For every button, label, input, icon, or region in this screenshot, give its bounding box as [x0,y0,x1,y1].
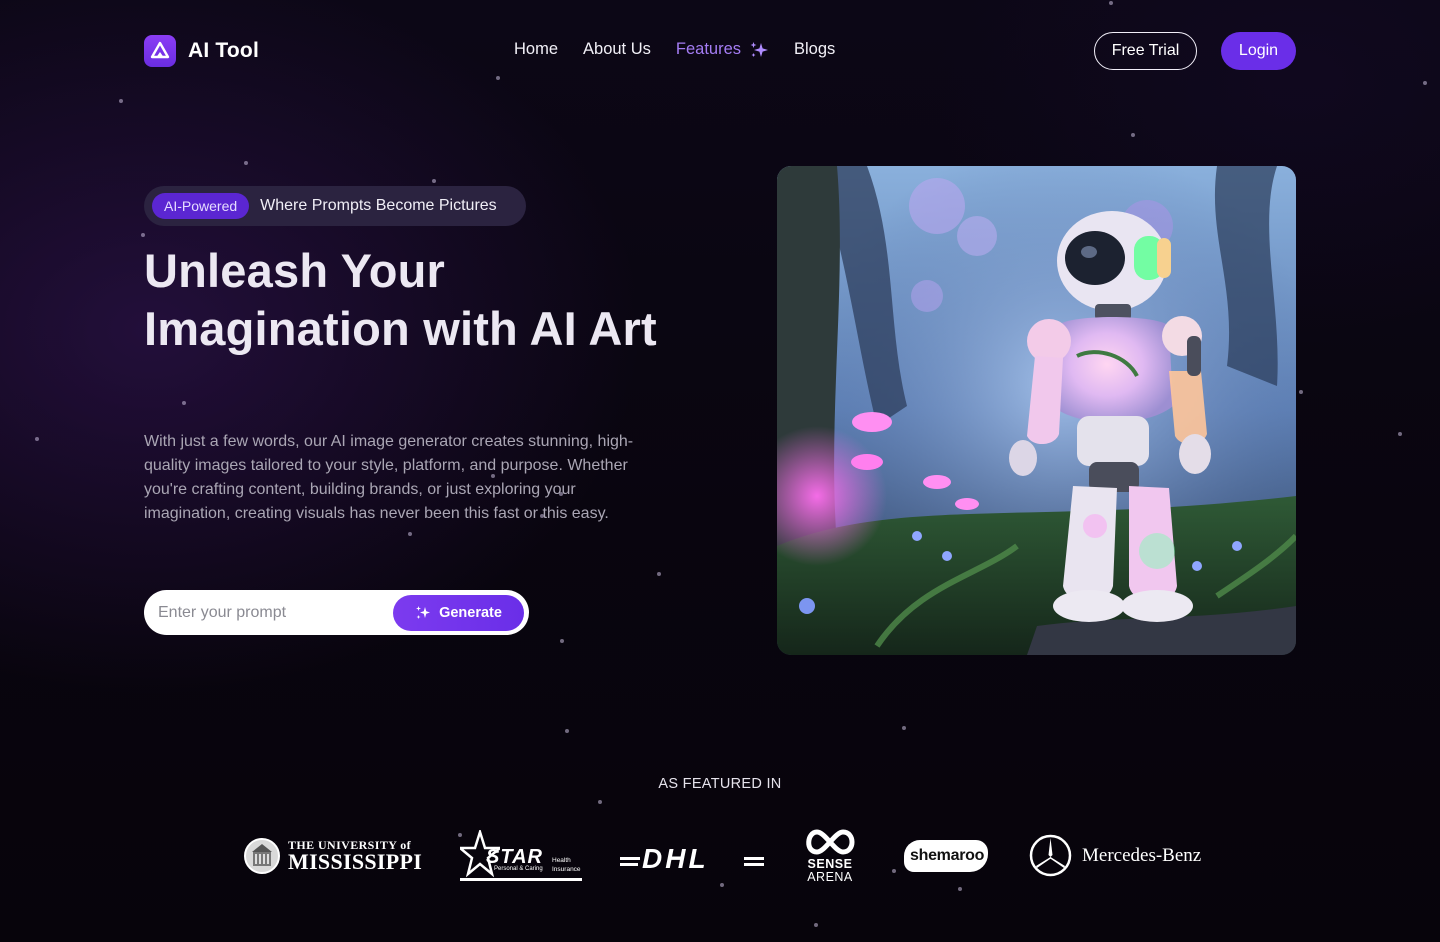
hero-tagline: Where Prompts Become Pictures [260,197,497,214]
logo-mercedes-benz: Mercedes-Benz [1029,834,1201,877]
main-nav: Home About Us Features Blogs [514,40,835,59]
generate-button[interactable]: Generate [393,594,524,631]
hero-description: With just a few words, our AI image gene… [144,433,634,522]
brand-triangle-icon [144,35,176,67]
ole-miss-line2: MISSISSIPPI [288,849,423,874]
sparkle-icon [416,605,431,619]
prompt-form: Generate [144,590,529,635]
hero-image [777,166,1296,655]
hero-tagline-pill: AI-Powered Where Prompts Become Pictures [144,186,526,226]
shemaroo-word: shemaroo [910,847,985,864]
logo-star-health: STAR Personal & Caring Health Insurance [460,830,582,884]
free-trial-button[interactable]: Free Trial [1094,32,1197,70]
nav-about-us[interactable]: About Us [583,40,651,59]
dhl-word: DHL [642,843,709,874]
star-side1: Health [552,857,571,864]
login-button[interactable]: Login [1221,32,1296,70]
nav-home[interactable]: Home [514,40,558,59]
nav-features-label: Features [675,40,742,58]
brand-name: AI Tool [188,39,259,62]
featured-label: AS FEATURED IN [658,776,782,792]
university-seal-icon [244,838,280,874]
nav-blogs[interactable]: Blogs [794,40,835,59]
mercedes-star-icon [1029,834,1072,877]
mercedes-word: Mercedes-Benz [1082,844,1202,866]
brand-logo[interactable]: AI Tool [144,35,259,67]
sense-line2: ARENA [807,870,853,884]
sparkle-icon [750,41,769,57]
star-side2: Insurance [552,866,581,873]
logo-university-of-mississippi: THE UNIVERSITY of MISSISSIPPI [244,834,422,878]
logo-shemaroo: shemaroo [902,838,990,874]
nav-features[interactable]: Features [676,40,769,59]
ai-powered-badge: AI-Powered [152,193,250,219]
logo-sense-arena: SENSE ARENA [802,826,858,884]
prompt-input[interactable] [158,603,393,622]
logo-dhl: DHL [620,843,764,874]
star-sub: Personal & Caring [494,866,543,872]
infinity-icon [806,829,855,855]
generate-label: Generate [439,604,502,621]
hero-headline: Unleash Your Imagination with AI Art [144,244,657,355]
